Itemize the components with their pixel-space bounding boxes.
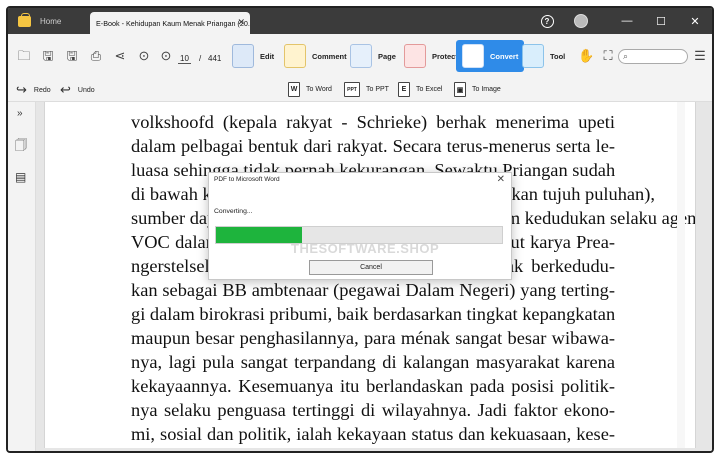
convert-icon xyxy=(462,44,484,68)
page-button[interactable]: Page xyxy=(350,40,396,72)
comment-label: Comment xyxy=(312,51,347,61)
left-sidebar: » 🗍 ▤ xyxy=(8,102,36,451)
text-line: gi dalam birokrasi pribumi, baik berdasa… xyxy=(131,304,616,324)
protect-button[interactable]: Protect xyxy=(404,40,458,72)
save-icon[interactable]: 🖫 xyxy=(40,48,56,64)
horizontal-scrollbar[interactable] xyxy=(44,448,696,451)
total-pages: 441 xyxy=(208,54,222,63)
edit-button[interactable]: Edit xyxy=(232,40,274,72)
edit-label: Edit xyxy=(260,51,275,61)
undo-button[interactable]: ↩ Undo xyxy=(60,82,95,98)
search-icon: ⌕ xyxy=(623,51,629,61)
tool-icon xyxy=(522,44,544,68)
home-tab-label: Home xyxy=(40,16,62,26)
page-separator: / xyxy=(199,54,202,63)
close-window-button[interactable]: ✕ xyxy=(678,8,712,34)
comment-icon xyxy=(284,44,306,68)
ppt-icon: PPT xyxy=(344,82,360,97)
menu-icon[interactable]: ☰ xyxy=(692,48,708,64)
to-excel-button[interactable]: E To Excel xyxy=(398,82,442,97)
open-folder-icon[interactable]: 🗀 xyxy=(16,48,32,64)
tool-button[interactable]: Tool xyxy=(522,40,565,72)
redo-icon: ↪ xyxy=(16,82,27,97)
thumbnails-icon[interactable]: 🗍 xyxy=(15,136,27,157)
undo-label: Undo xyxy=(77,86,95,94)
word-icon: W xyxy=(288,82,300,97)
text-line: mi, sosial dan politik, ialah kekayaan s… xyxy=(131,424,615,444)
convert-button[interactable]: Convert xyxy=(456,40,525,72)
help-icon: ? xyxy=(540,14,554,28)
next-page-icon[interactable]: ⊙ xyxy=(158,48,174,64)
current-page-input[interactable]: 10 xyxy=(178,54,191,64)
undo-icon: ↩ xyxy=(60,82,71,97)
app-logo-icon xyxy=(18,12,31,27)
to-image-button[interactable]: ▣ To Image xyxy=(454,82,501,97)
watermark: THESOFTWARE.SHOP xyxy=(291,241,440,256)
protect-label: Protect xyxy=(432,51,458,61)
previous-page-icon[interactable]: ⊙ xyxy=(136,48,152,64)
share-icon[interactable]: ⋖ xyxy=(112,48,128,64)
dialog-title: PDF to Microsoft Word xyxy=(214,176,280,183)
bookmarks-icon[interactable]: ▤ xyxy=(15,170,26,184)
page-icon xyxy=(350,44,372,68)
save-as-icon[interactable]: 🖫 xyxy=(64,48,80,64)
text-line: maupun besar penghasilannya, para ménak … xyxy=(131,328,615,348)
hand-tool-icon[interactable]: ✋ xyxy=(578,48,594,64)
conversion-dialog: PDF to Microsoft Word ✕ Converting... TH… xyxy=(208,172,512,280)
minimize-icon: — xyxy=(621,15,633,27)
page-label: Page xyxy=(378,51,396,61)
help-button[interactable]: ? xyxy=(536,8,558,34)
convert-toolbar: ↪ Redo ↩ Undo W To Word PPT To PPT E To … xyxy=(8,78,712,102)
expand-sidebar-icon[interactable]: » xyxy=(17,108,23,119)
text-line: volkshoofd (kepala rakyat - Schrieke) be… xyxy=(131,112,615,132)
edit-icon xyxy=(232,44,254,68)
home-tab[interactable]: Home xyxy=(8,8,90,34)
redo-label: Redo xyxy=(33,86,51,94)
document-tab-label: E-Book - Kehidupan Kaum Menak Priangan (… xyxy=(96,18,250,28)
maximize-button[interactable]: ☐ xyxy=(644,8,678,34)
document-tab[interactable]: E-Book - Kehidupan Kaum Menak Priangan (… xyxy=(90,12,250,34)
to-word-button[interactable]: W To Word xyxy=(288,82,332,97)
dialog-close-icon[interactable]: ✕ xyxy=(497,174,505,185)
avatar xyxy=(574,14,588,28)
print-icon[interactable]: ⎙ xyxy=(88,48,104,64)
to-word-label: To Word xyxy=(306,86,332,93)
to-image-label: To Image xyxy=(472,86,501,93)
to-ppt-button[interactable]: PPT To PPT xyxy=(344,82,389,97)
convert-label: Convert xyxy=(490,51,519,61)
image-icon: ▣ xyxy=(454,82,466,97)
main-toolbar: 🗀 🖫 🖫 ⎙ ⋖ ⊙ ⊙ 10 / 441 Edit Comment Page… xyxy=(8,34,712,78)
text-line: nya selaku penguasa tertinggi di wilayah… xyxy=(131,400,615,420)
close-icon: ✕ xyxy=(690,15,700,28)
search-input[interactable]: ⌕ xyxy=(618,49,688,64)
tool-label: Tool xyxy=(550,51,566,61)
vertical-scrollbar[interactable] xyxy=(677,102,685,448)
to-excel-label: To Excel xyxy=(416,86,443,93)
text-line: nya, lagi pula sangat terpandang di kala… xyxy=(131,352,615,372)
maximize-icon: ☐ xyxy=(656,15,666,28)
window-controls: ? — ☐ ✕ xyxy=(524,8,712,34)
select-area-icon[interactable]: ⛶ xyxy=(600,48,616,64)
close-tab-icon[interactable]: ✕ xyxy=(237,17,245,28)
title-bar: Home E-Book - Kehidupan Kaum Menak Prian… xyxy=(8,8,712,34)
to-ppt-label: To PPT xyxy=(366,86,389,93)
account-button[interactable] xyxy=(570,8,592,34)
excel-icon: E xyxy=(398,82,410,97)
conversion-status: Converting... xyxy=(214,208,253,215)
minimize-button[interactable]: — xyxy=(610,8,644,34)
comment-button[interactable]: Comment xyxy=(284,40,347,72)
text-line: kekayaannya. Kesemuanya itu berlandaskan… xyxy=(131,376,615,396)
redo-button[interactable]: ↪ Redo xyxy=(16,82,51,98)
text-line: kan sebagai BB ambtenaar (pegawai Dalam … xyxy=(131,280,615,300)
protect-icon xyxy=(404,44,426,68)
text-line: dalam pelbagai bentuk dari rakyat. Secar… xyxy=(131,136,615,156)
progress-fill xyxy=(216,227,302,243)
cancel-button[interactable]: Cancel xyxy=(309,260,433,275)
